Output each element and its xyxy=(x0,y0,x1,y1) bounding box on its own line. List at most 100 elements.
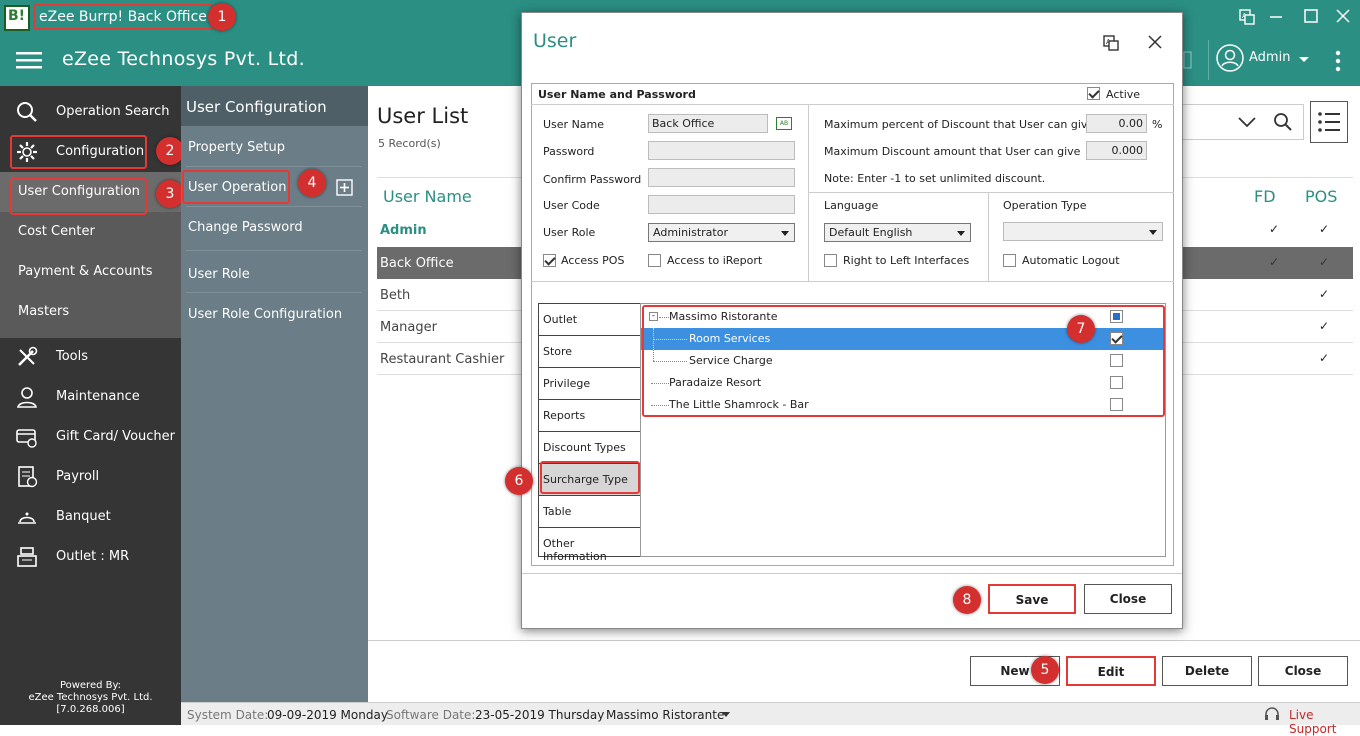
tab-privilege[interactable]: Privilege xyxy=(539,368,641,400)
user-menu-chevron-icon[interactable] xyxy=(1298,56,1310,64)
percent-sign: % xyxy=(1152,118,1163,131)
sidebar-item-payment-accounts[interactable]: Payment & Accounts xyxy=(0,252,181,292)
active-checkbox[interactable] xyxy=(1087,87,1100,100)
headset-icon[interactable] xyxy=(1264,706,1280,722)
operation-type-select[interactable] xyxy=(1003,222,1163,241)
sidebar-item-masters[interactable]: Masters xyxy=(0,292,181,338)
outlet-selector[interactable]: Massimo Ristorante xyxy=(606,708,724,722)
banquet-icon xyxy=(16,506,38,528)
language-label: Language xyxy=(824,199,879,212)
keyboard-icon[interactable]: AB xyxy=(776,117,792,130)
sidebar-item-banquet[interactable]: Banquet xyxy=(0,497,181,537)
minimize-icon[interactable] xyxy=(1269,9,1283,23)
header-divider xyxy=(1208,40,1209,80)
live-support-link[interactable]: Live Support xyxy=(1289,708,1360,736)
annotation-6: 6 xyxy=(505,467,533,495)
list-icon xyxy=(1318,112,1340,132)
user-role-select[interactable]: Administrator xyxy=(648,223,795,242)
active-label: Active xyxy=(1106,88,1141,101)
record-count: 5 Record(s) xyxy=(378,137,441,150)
tab-table[interactable]: Table xyxy=(539,496,641,528)
list-view-button[interactable] xyxy=(1310,101,1348,143)
add-icon[interactable] xyxy=(336,179,353,196)
translate-icon[interactable]: A xyxy=(1239,9,1255,25)
panel-title: User Configuration xyxy=(181,86,368,126)
dialog-close-icon[interactable] xyxy=(1148,35,1162,49)
chevron-down-icon[interactable] xyxy=(1238,117,1256,128)
tab-discount-types[interactable]: Discount Types xyxy=(539,432,641,464)
sidebar-item-maintenance[interactable]: Maintenance xyxy=(0,377,181,417)
payroll-icon xyxy=(16,466,38,488)
confirm-password-label: Confirm Password xyxy=(543,173,642,186)
panel-item-user-role-configuration[interactable]: User Role Configuration xyxy=(188,307,342,322)
automatic-logout-checkbox[interactable] xyxy=(1003,254,1016,267)
tab-other-information[interactable]: Other Information xyxy=(539,528,641,563)
user-name-field[interactable]: Back Office xyxy=(648,114,768,133)
delete-button[interactable]: Delete xyxy=(1162,656,1252,686)
dialog-close-button[interactable]: Close xyxy=(1084,584,1172,614)
language-select[interactable]: Default English xyxy=(824,223,971,242)
user-list-title: User List xyxy=(377,104,469,128)
maximize-icon[interactable] xyxy=(1304,9,1318,23)
column-user-name[interactable]: User Name xyxy=(383,187,472,206)
max-amount-field[interactable]: 0.000 xyxy=(1086,141,1147,160)
tab-reports[interactable]: Reports xyxy=(539,400,641,432)
panel-divider xyxy=(186,166,362,167)
panel-item-change-password[interactable]: Change Password xyxy=(188,220,303,235)
highlight-user-configuration xyxy=(10,178,147,215)
highlight-surcharge-tab xyxy=(540,461,640,494)
rtl-checkbox[interactable] xyxy=(824,254,837,267)
user-role-label: User Role xyxy=(543,226,596,239)
panel-divider xyxy=(186,206,362,207)
maintenance-icon xyxy=(16,386,38,408)
max-percent-label: Maximum percent of Discount that User ca… xyxy=(824,118,1095,131)
window-title: eZee Burrp! Back Office xyxy=(33,4,213,30)
annotation-2: 2 xyxy=(156,137,184,165)
annotation-3: 3 xyxy=(156,180,184,208)
max-percent-field[interactable]: 0.00 xyxy=(1086,114,1147,133)
panel-divider xyxy=(186,292,362,293)
access-ireport-checkbox[interactable] xyxy=(648,254,661,267)
hamburger-menu-icon[interactable] xyxy=(16,51,42,71)
window-close-icon[interactable] xyxy=(1336,9,1350,23)
panel-item-user-role[interactable]: User Role xyxy=(188,267,250,282)
tab-outlet[interactable]: Outlet xyxy=(539,304,641,336)
discount-note: Note: Enter -1 to set unlimited discount… xyxy=(824,172,1046,185)
tab-list: Outlet Store Privilege Reports Discount … xyxy=(538,303,641,563)
company-name: eZee Technosys Pvt. Ltd. xyxy=(62,48,305,70)
column-pos[interactable]: POS xyxy=(1305,187,1337,206)
user-avatar-icon[interactable] xyxy=(1216,44,1244,72)
edit-button[interactable]: Edit xyxy=(1066,656,1156,686)
save-button[interactable]: Save xyxy=(988,584,1076,614)
search-icon[interactable] xyxy=(1273,112,1293,132)
outlet-chevron-icon[interactable] xyxy=(722,712,730,718)
close-button[interactable]: Close xyxy=(1258,656,1348,686)
password-field[interactable] xyxy=(648,141,795,160)
annotation-8: 8 xyxy=(953,586,981,614)
access-pos-checkbox[interactable] xyxy=(543,254,556,267)
panel-divider xyxy=(186,250,362,251)
access-ireport-label: Access to iReport xyxy=(667,254,763,267)
password-label: Password xyxy=(543,145,595,158)
sidebar-item-gift-card[interactable]: Gift Card/ Voucher xyxy=(0,417,181,457)
highlight-user-operation xyxy=(182,170,290,204)
more-options-icon[interactable] xyxy=(1334,50,1342,72)
sidebar-item-cost-center[interactable]: Cost Center xyxy=(0,212,181,252)
user-menu-name[interactable]: Admin xyxy=(1249,50,1290,65)
sidebar-item-tools[interactable]: Tools xyxy=(0,337,181,377)
status-bar: System Date: 09-09-2019 Monday Software … xyxy=(181,702,1360,736)
column-fd[interactable]: FD xyxy=(1254,187,1276,206)
highlight-configuration xyxy=(10,135,147,169)
sidebar-item-outlet[interactable]: Outlet : MR xyxy=(0,537,181,577)
user-code-field[interactable] xyxy=(648,195,795,214)
translate-icon[interactable]: A xyxy=(1103,35,1119,51)
annotation-5: 5 xyxy=(1031,656,1059,684)
rtl-label: Right to Left Interfaces xyxy=(843,254,970,267)
panel-item-property-setup[interactable]: Property Setup xyxy=(188,140,285,155)
faded-icon xyxy=(1183,48,1193,70)
powered-by: Powered By: eZee Technosys Pvt. Ltd. [7.… xyxy=(28,680,153,715)
confirm-password-field[interactable] xyxy=(648,168,795,187)
sidebar-item-payroll[interactable]: Payroll xyxy=(0,457,181,497)
tab-store[interactable]: Store xyxy=(539,336,641,368)
sidebar-item-operation-search[interactable]: Operation Search xyxy=(0,92,181,132)
